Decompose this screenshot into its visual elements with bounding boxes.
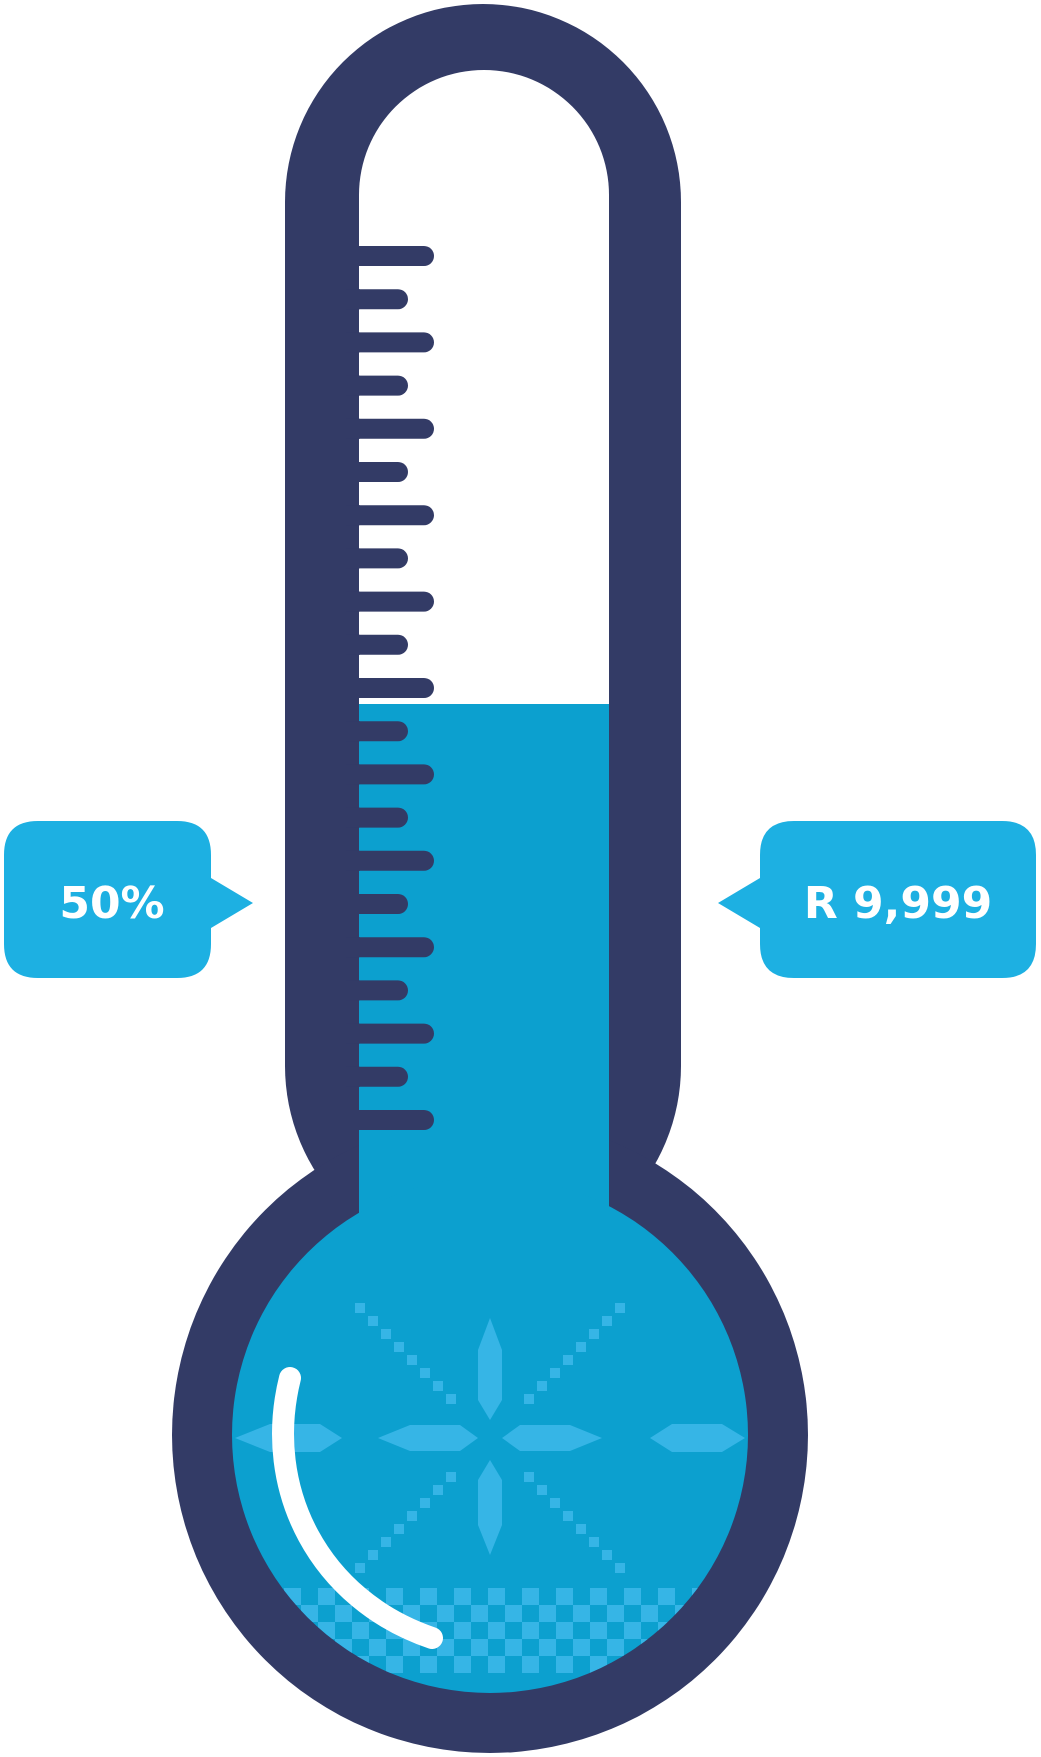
checker-square: [556, 1656, 573, 1673]
tick-base: [346, 937, 360, 958]
tick-base: [346, 894, 360, 914]
pattern-dot: [446, 1394, 456, 1404]
tick-base: [346, 1023, 360, 1044]
checker-square: [522, 1588, 539, 1605]
checker-square: [505, 1605, 522, 1622]
tick-base: [346, 850, 360, 871]
checker-square: [335, 1605, 352, 1622]
tick-base: [346, 289, 360, 310]
tick-base: [346, 505, 360, 526]
checker-square: [573, 1639, 590, 1656]
percent-label: 50%: [59, 878, 164, 929]
thermometer-graphic: 50% R 9,999: [4, 4, 1036, 1753]
checker-square: [505, 1639, 522, 1656]
pattern-dot: [420, 1498, 430, 1508]
amount-label: R 9,999: [804, 878, 992, 929]
checker-square: [522, 1622, 539, 1639]
checker-square: [743, 1639, 748, 1656]
pattern-dot: [381, 1329, 391, 1339]
pattern-dot: [615, 1303, 625, 1313]
pattern-dot: [576, 1524, 586, 1534]
checker-square: [454, 1622, 471, 1639]
pattern-dot: [433, 1381, 443, 1391]
checker-square: [590, 1622, 607, 1639]
checker-square: [556, 1622, 573, 1639]
checker-square: [488, 1656, 505, 1673]
pattern-dot: [368, 1550, 378, 1560]
checker-square: [590, 1588, 607, 1605]
checker-square: [624, 1588, 641, 1605]
pattern-dot: [394, 1524, 404, 1534]
pattern-dot: [563, 1355, 573, 1365]
checker-square: [539, 1639, 556, 1656]
checker-square: [420, 1588, 437, 1605]
pattern-dot: [550, 1368, 560, 1378]
pattern-dot: [602, 1316, 612, 1326]
checker-square: [556, 1588, 573, 1605]
checker-square: [607, 1639, 624, 1656]
checker-square: [573, 1605, 590, 1622]
checker-square: [726, 1656, 743, 1673]
right-callout: R 9,999: [718, 821, 1036, 978]
pattern-dot: [524, 1394, 534, 1404]
checker-square: [624, 1622, 641, 1639]
pattern-dot: [563, 1511, 573, 1521]
tick-base: [346, 418, 360, 439]
checker-square: [454, 1656, 471, 1673]
pattern-dot: [537, 1485, 547, 1495]
checker-square: [471, 1639, 488, 1656]
pattern-dot: [381, 1537, 391, 1547]
tick-base: [346, 807, 360, 828]
tick-base: [346, 980, 360, 1001]
left-callout: 50%: [4, 821, 253, 978]
pattern-dot: [368, 1316, 378, 1326]
tick-base: [346, 764, 360, 785]
checker-square: [318, 1588, 335, 1605]
pattern-dot: [550, 1498, 560, 1508]
checker-square: [454, 1588, 471, 1605]
tick-base: [346, 1110, 360, 1130]
checker-square: [471, 1605, 488, 1622]
checker-square: [420, 1656, 437, 1673]
tick-base: [346, 591, 360, 612]
pattern-dot: [576, 1342, 586, 1352]
tick-base: [346, 375, 360, 396]
pattern-dot: [420, 1368, 430, 1378]
pattern-dot: [355, 1303, 365, 1313]
checker-square: [488, 1588, 505, 1605]
pattern-dot: [394, 1342, 404, 1352]
pattern-dot: [407, 1355, 417, 1365]
checker-square: [352, 1622, 369, 1639]
pattern-dot: [602, 1550, 612, 1560]
checker-square: [386, 1656, 403, 1673]
tick-base: [346, 548, 360, 569]
tick-base: [346, 462, 360, 482]
checker-square: [369, 1639, 386, 1656]
pattern-dot: [446, 1472, 456, 1482]
tick-base: [346, 246, 360, 266]
pattern-dot: [524, 1472, 534, 1482]
checker-square: [539, 1605, 556, 1622]
checker-square: [607, 1605, 624, 1622]
pattern-dot: [615, 1563, 625, 1573]
pattern-dot: [407, 1511, 417, 1521]
tick-base: [346, 332, 360, 353]
checker-square: [437, 1605, 454, 1622]
checker-square: [658, 1588, 675, 1605]
pattern-dot: [433, 1485, 443, 1495]
checker-square: [522, 1656, 539, 1673]
tick-base: [346, 634, 360, 655]
checker-square: [488, 1622, 505, 1639]
pattern-dot: [589, 1329, 599, 1339]
pattern-dot: [589, 1537, 599, 1547]
tick-base: [346, 678, 360, 698]
checker-square: [641, 1605, 658, 1622]
pattern-dot: [355, 1563, 365, 1573]
tick-base: [346, 721, 360, 742]
tick-base: [346, 1066, 360, 1087]
checker-square: [386, 1588, 403, 1605]
pattern-dot: [537, 1381, 547, 1391]
